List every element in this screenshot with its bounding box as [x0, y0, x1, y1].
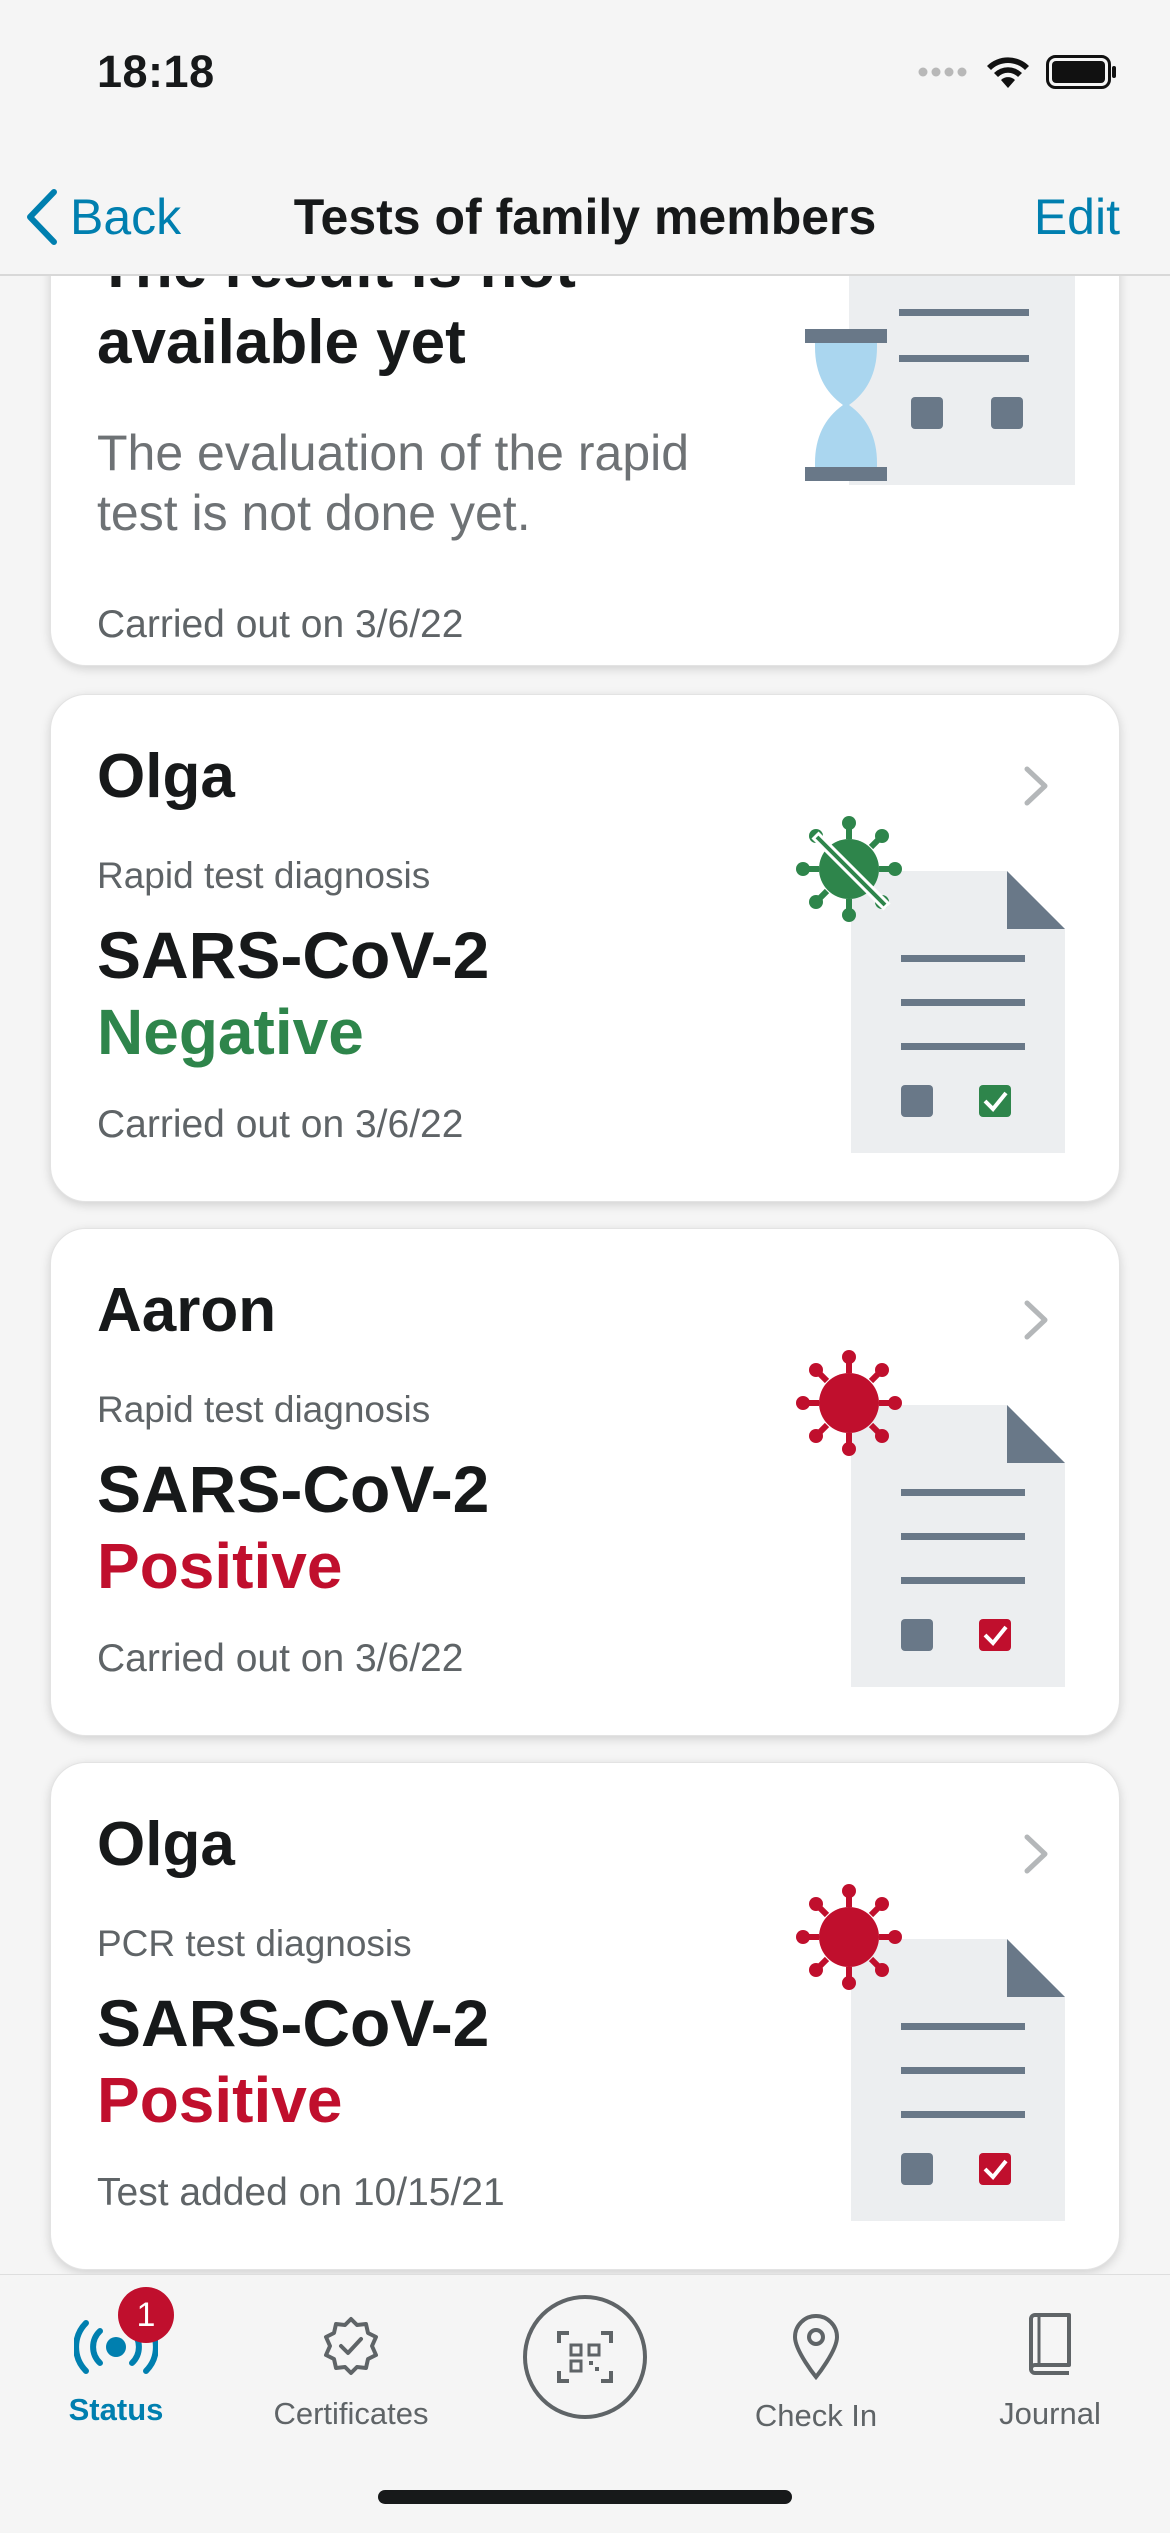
virus-name: SARS-CoV-2	[97, 1986, 490, 2060]
tab-check-in[interactable]: Check In	[736, 2295, 896, 2434]
battery-icon	[1046, 55, 1118, 94]
pending-title-line-2: available yet	[97, 308, 466, 377]
negative-test-document-icon	[795, 815, 1075, 1160]
member-name: Olga	[97, 1810, 235, 1879]
tab-label-status: Status	[68, 2392, 164, 2427]
hourglass-document-icon	[805, 274, 1075, 510]
tab-status[interactable]: 1 Status	[46, 2287, 186, 2428]
test-type: Rapid test diagnosis	[97, 1389, 431, 1430]
test-result: Positive	[97, 1530, 343, 1602]
positive-test-document-icon	[795, 1883, 1075, 2228]
qr-scan-icon	[521, 2295, 649, 2425]
status-time: 18:18	[97, 46, 215, 97]
location-pin-icon	[791, 2313, 841, 2386]
chevron-right-icon	[1023, 1299, 1049, 1346]
back-chevron-icon	[27, 189, 57, 245]
status-icons	[918, 54, 1118, 95]
test-date: Carried out on 3/6/22	[97, 1637, 464, 1680]
tab-label-check-in: Check In	[754, 2398, 878, 2433]
virus-name: SARS-CoV-2	[97, 1452, 490, 1526]
tab-journal[interactable]: Journal	[980, 2295, 1120, 2432]
test-card[interactable]: Olga Rapid test diagnosis SARS-CoV-2 Neg…	[50, 694, 1120, 1202]
member-name: Olga	[97, 742, 235, 811]
test-date: Carried out on 3/6/22	[97, 1103, 464, 1146]
test-date: Test added on 10/15/21	[97, 2171, 505, 2214]
test-type: Rapid test diagnosis	[97, 855, 431, 896]
test-card[interactable]: Aaron Rapid test diagnosis SARS-CoV-2 Po…	[50, 1228, 1120, 1736]
pending-description-line-1: The evaluation of the rapid	[97, 425, 690, 481]
scan-button[interactable]	[520, 2293, 650, 2426]
test-result: Positive	[97, 2064, 343, 2136]
tab-certificates[interactable]: Certificates	[256, 2295, 446, 2432]
back-button[interactable]: Back	[24, 180, 181, 254]
notification-badge: 1	[118, 2287, 174, 2343]
signal-icon	[918, 65, 970, 84]
positive-test-document-icon	[795, 1349, 1075, 1694]
test-result: Negative	[97, 996, 364, 1068]
chevron-right-icon	[1023, 1833, 1049, 1880]
tab-label-certificates: Certificates	[273, 2396, 429, 2431]
test-type: PCR test diagnosis	[97, 1923, 412, 1964]
pending-title-line-1: The result is not	[97, 274, 576, 305]
back-label: Back	[70, 189, 182, 245]
navigation-bar: Back Tests of family members Edit	[0, 160, 1170, 276]
virus-name: SARS-CoV-2	[97, 918, 490, 992]
pending-result-card[interactable]: The result is not available yet The eval…	[50, 274, 1120, 666]
test-card[interactable]: Olga PCR test diagnosis SARS-CoV-2 Posit…	[50, 1762, 1120, 2270]
pending-title: The result is not available yet	[97, 274, 576, 381]
home-indicator[interactable]	[378, 2490, 792, 2504]
edit-button[interactable]: Edit	[1034, 180, 1120, 254]
pending-description: The evaluation of the rapid test is not …	[97, 423, 689, 543]
test-list[interactable]: The result is not available yet The eval…	[0, 274, 1170, 2274]
chevron-right-icon	[1023, 765, 1049, 812]
status-bar: 18:18	[0, 0, 1170, 160]
pending-date: Carried out on 3/6/22	[97, 603, 464, 646]
certificate-icon	[319, 2315, 383, 2384]
tab-label-journal: Journal	[999, 2396, 1101, 2431]
wifi-icon	[984, 54, 1032, 95]
member-name: Aaron	[97, 1276, 277, 1345]
journal-icon	[1025, 2313, 1075, 2384]
pending-description-line-2: test is not done yet.	[97, 485, 531, 541]
